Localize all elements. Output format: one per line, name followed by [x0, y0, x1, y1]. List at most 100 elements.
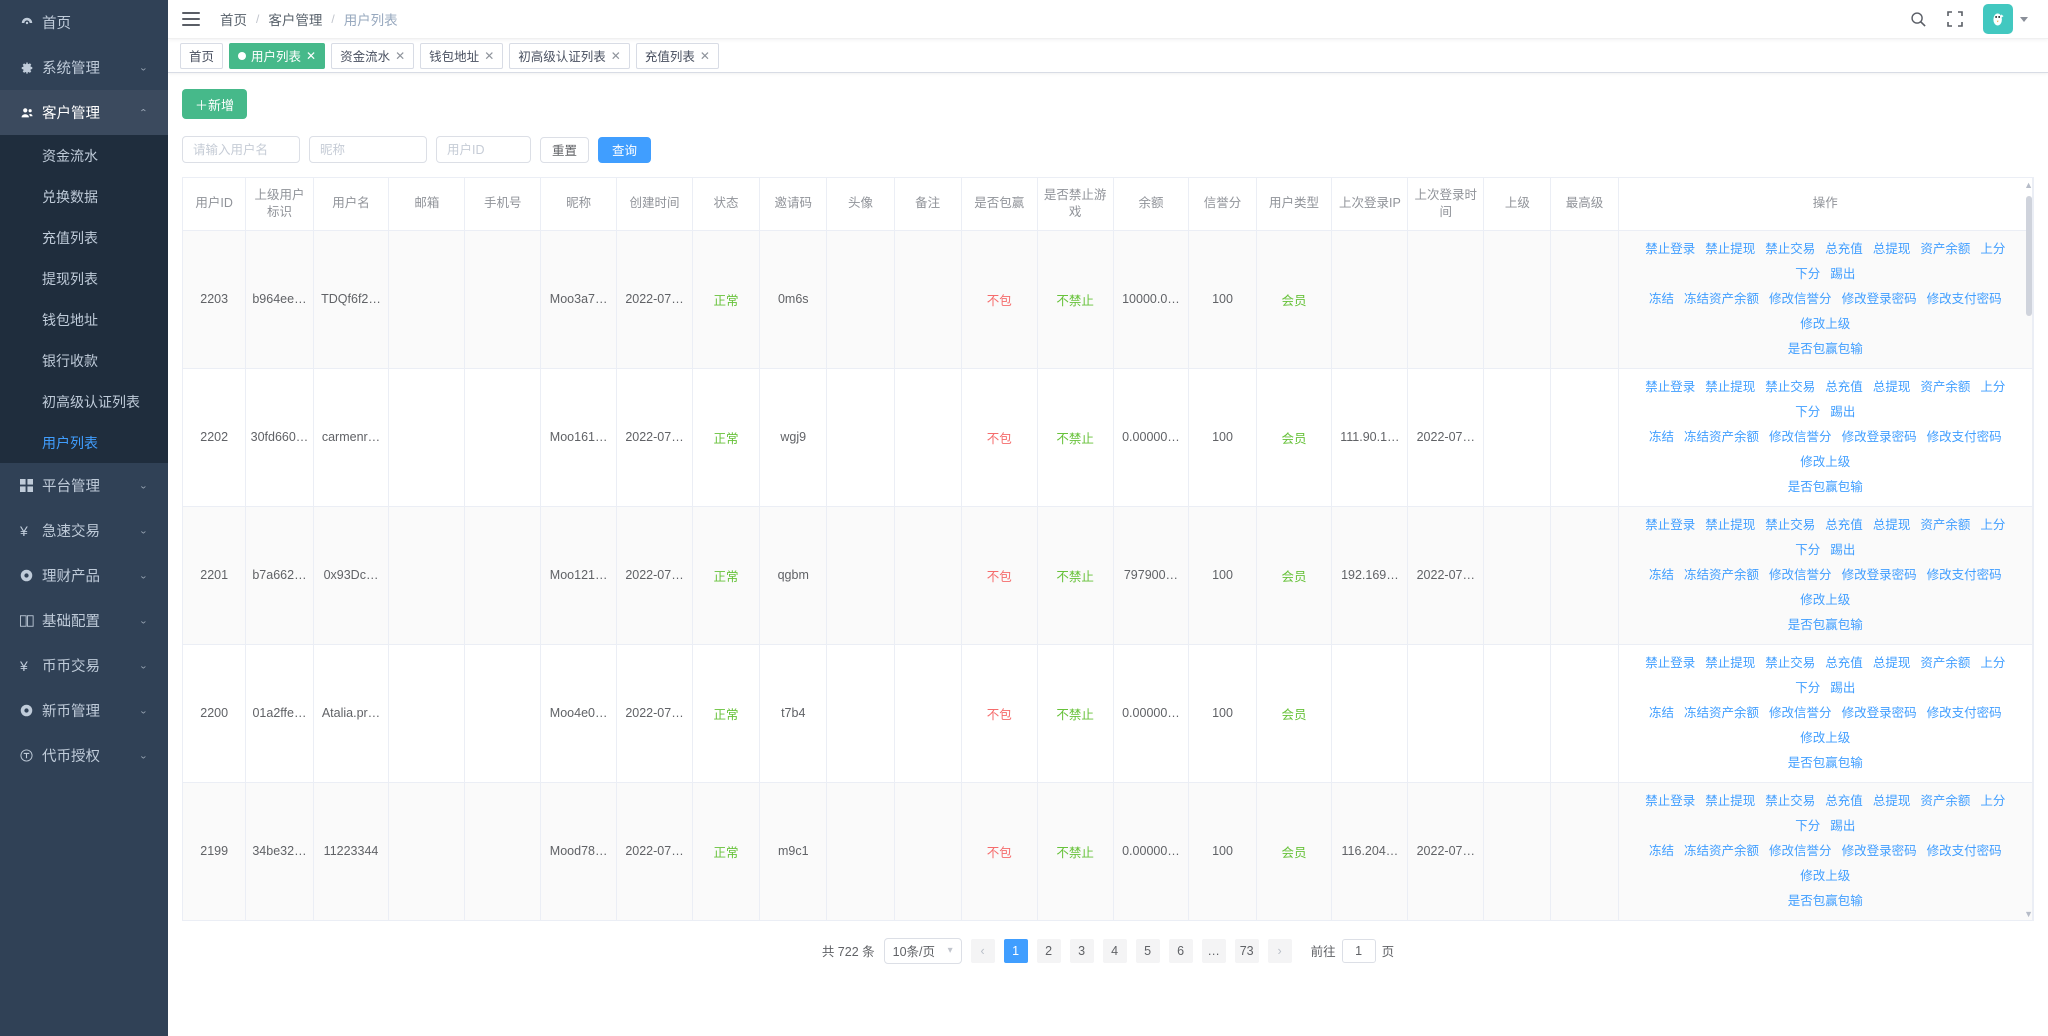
sidebar-toggle-icon[interactable] — [182, 12, 200, 26]
operation-link[interactable]: 禁止提现 — [1705, 380, 1755, 394]
operation-link[interactable]: 下分 — [1795, 819, 1820, 833]
operation-link[interactable]: 禁止交易 — [1765, 380, 1815, 394]
operation-link[interactable]: 禁止提现 — [1705, 518, 1755, 532]
sidebar-subitem-certification-list[interactable]: 初高级认证列表 — [0, 381, 168, 422]
operation-link[interactable]: 是否包赢包输 — [1788, 618, 1863, 632]
user-menu[interactable] — [1983, 4, 2028, 34]
operation-link[interactable]: 总充值 — [1825, 656, 1863, 670]
operation-link[interactable]: 总提现 — [1873, 242, 1911, 256]
operation-link[interactable]: 资产余额 — [1920, 518, 1970, 532]
table-vertical-scrollbar[interactable]: ▲ ▼ — [2024, 178, 2033, 921]
operation-link[interactable]: 禁止交易 — [1765, 794, 1815, 808]
operation-link[interactable]: 禁止登录 — [1645, 656, 1695, 670]
fullscreen-icon[interactable] — [1947, 11, 1963, 27]
operation-link[interactable]: 禁止提现 — [1705, 656, 1755, 670]
operation-link[interactable]: 踢出 — [1830, 267, 1855, 281]
operation-link[interactable]: 修改登录密码 — [1842, 706, 1917, 720]
close-icon[interactable]: ✕ — [395, 50, 405, 62]
prev-page-button[interactable]: ‹ — [970, 938, 995, 963]
page-size-select[interactable]: 10条/页 ▾ — [883, 937, 962, 964]
operation-link[interactable]: 修改登录密码 — [1842, 844, 1917, 858]
operation-link[interactable]: 冻结资产余额 — [1684, 568, 1759, 582]
operation-link[interactable]: 踢出 — [1830, 405, 1855, 419]
sidebar-item-fast-trade[interactable]: ¥ 急速交易 ⌄ — [0, 508, 168, 553]
operation-link[interactable]: 禁止登录 — [1645, 380, 1695, 394]
operation-link[interactable]: 禁止登录 — [1645, 242, 1695, 256]
table-row[interactable]: 2200 01a2ffe… Atalia.pr… Moo4e0… 2022-07… 正常 t… — [183, 644, 2034, 783]
sidebar-item-coin-trade[interactable]: ¥ 币币交易 ⌄ — [0, 643, 168, 688]
operation-link[interactable]: 冻结资产余额 — [1684, 430, 1759, 444]
operation-link[interactable]: 修改支付密码 — [1927, 430, 2002, 444]
table-row[interactable]: 2201 b7a662… 0x93Dc… Moo121… 2022-07… 正常 qgbm 不… — [183, 506, 2034, 645]
sidebar-subitem-bank-receipt[interactable]: 银行收款 — [0, 340, 168, 381]
operation-link[interactable]: 修改登录密码 — [1842, 430, 1917, 444]
operation-link[interactable]: 冻结 — [1649, 292, 1674, 306]
sidebar-item-token-auth[interactable]: 代币授权 ⌄ — [0, 733, 168, 778]
sidebar-item-customer[interactable]: 客户管理 ⌃ — [0, 90, 168, 135]
page-ellipsis[interactable]: … — [1201, 938, 1226, 963]
breadcrumb-item-customer[interactable]: 客户管理 — [268, 9, 322, 29]
operation-link[interactable]: 总充值 — [1825, 518, 1863, 532]
jump-page-input[interactable] — [1341, 938, 1376, 963]
next-page-button[interactable]: › — [1267, 938, 1292, 963]
operation-link[interactable]: 冻结资产余额 — [1684, 292, 1759, 306]
sidebar-item-platform[interactable]: 平台管理 ⌄ — [0, 463, 168, 508]
operation-link[interactable]: 修改登录密码 — [1842, 568, 1917, 582]
sidebar-item-home[interactable]: 首页 — [0, 0, 168, 45]
close-icon[interactable]: ✕ — [700, 50, 710, 62]
tag-recharge-list[interactable]: 充值列表 ✕ — [635, 42, 719, 69]
close-icon[interactable]: ✕ — [484, 50, 494, 62]
operation-link[interactable]: 修改上级 — [1800, 455, 1850, 469]
operation-link[interactable]: 是否包赢包输 — [1788, 756, 1863, 770]
operation-link[interactable]: 下分 — [1795, 267, 1820, 281]
page-button-3[interactable]: 3 — [1069, 938, 1094, 963]
operation-link[interactable]: 修改支付密码 — [1927, 844, 2002, 858]
close-icon[interactable]: ✕ — [306, 50, 316, 62]
page-button-5[interactable]: 5 — [1135, 938, 1160, 963]
sidebar-subitem-funds-flow[interactable]: 资金流水 — [0, 135, 168, 176]
operation-link[interactable]: 总提现 — [1873, 518, 1911, 532]
operation-link[interactable]: 禁止交易 — [1765, 518, 1815, 532]
operation-link[interactable]: 冻结 — [1649, 706, 1674, 720]
operation-link[interactable]: 总充值 — [1825, 380, 1863, 394]
page-button-2[interactable]: 2 — [1036, 938, 1061, 963]
username-input[interactable] — [182, 136, 300, 163]
page-button-6[interactable]: 6 — [1168, 938, 1193, 963]
operation-link[interactable]: 资产余额 — [1920, 794, 1970, 808]
page-button-1[interactable]: 1 — [1003, 938, 1028, 963]
tag-user-list[interactable]: 用户列表 ✕ — [229, 42, 326, 69]
operation-link[interactable]: 资产余额 — [1920, 656, 1970, 670]
add-button[interactable]: ＋新增 — [182, 89, 248, 119]
sidebar-item-finance-product[interactable]: 理财产品 ⌄ — [0, 553, 168, 598]
nickname-input[interactable] — [309, 136, 427, 163]
operation-link[interactable]: 资产余额 — [1920, 242, 1970, 256]
operation-link[interactable]: 冻结 — [1649, 844, 1674, 858]
operation-link[interactable]: 冻结 — [1649, 430, 1674, 444]
close-icon[interactable]: ✕ — [611, 50, 621, 62]
operation-link[interactable]: 禁止登录 — [1645, 794, 1695, 808]
userid-input[interactable] — [436, 136, 531, 163]
sidebar-subitem-exchange-data[interactable]: 兑换数据 — [0, 176, 168, 217]
query-button[interactable]: 查询 — [598, 136, 652, 163]
operation-link[interactable]: 修改支付密码 — [1927, 568, 2002, 582]
operation-link[interactable]: 修改支付密码 — [1927, 292, 2002, 306]
tag-wallet-address[interactable]: 钱包地址 ✕ — [420, 42, 504, 69]
operation-link[interactable]: 上分 — [1980, 242, 2005, 256]
table-row[interactable]: 2199 34be32… 11223344 Mood78… 2022-07… 正常 m9c1… — [183, 782, 2034, 921]
operation-link[interactable]: 冻结 — [1649, 568, 1674, 582]
page-button-last[interactable]: 73 — [1234, 938, 1259, 963]
operation-link[interactable]: 修改上级 — [1800, 317, 1850, 331]
sidebar-subitem-withdraw-list[interactable]: 提现列表 — [0, 258, 168, 299]
operation-link[interactable]: 修改信誉分 — [1769, 568, 1832, 582]
operation-link[interactable]: 禁止交易 — [1765, 656, 1815, 670]
operation-link[interactable]: 禁止提现 — [1705, 794, 1755, 808]
tag-certification-list[interactable]: 初高级认证列表 ✕ — [509, 42, 630, 69]
operation-link[interactable]: 总提现 — [1873, 380, 1911, 394]
operation-link[interactable]: 踢出 — [1830, 819, 1855, 833]
operation-link[interactable]: 踢出 — [1830, 543, 1855, 557]
operation-link[interactable]: 下分 — [1795, 405, 1820, 419]
operation-link[interactable]: 禁止提现 — [1705, 242, 1755, 256]
operation-link[interactable]: 踢出 — [1830, 681, 1855, 695]
operation-link[interactable]: 下分 — [1795, 681, 1820, 695]
operation-link[interactable]: 资产余额 — [1920, 380, 1970, 394]
